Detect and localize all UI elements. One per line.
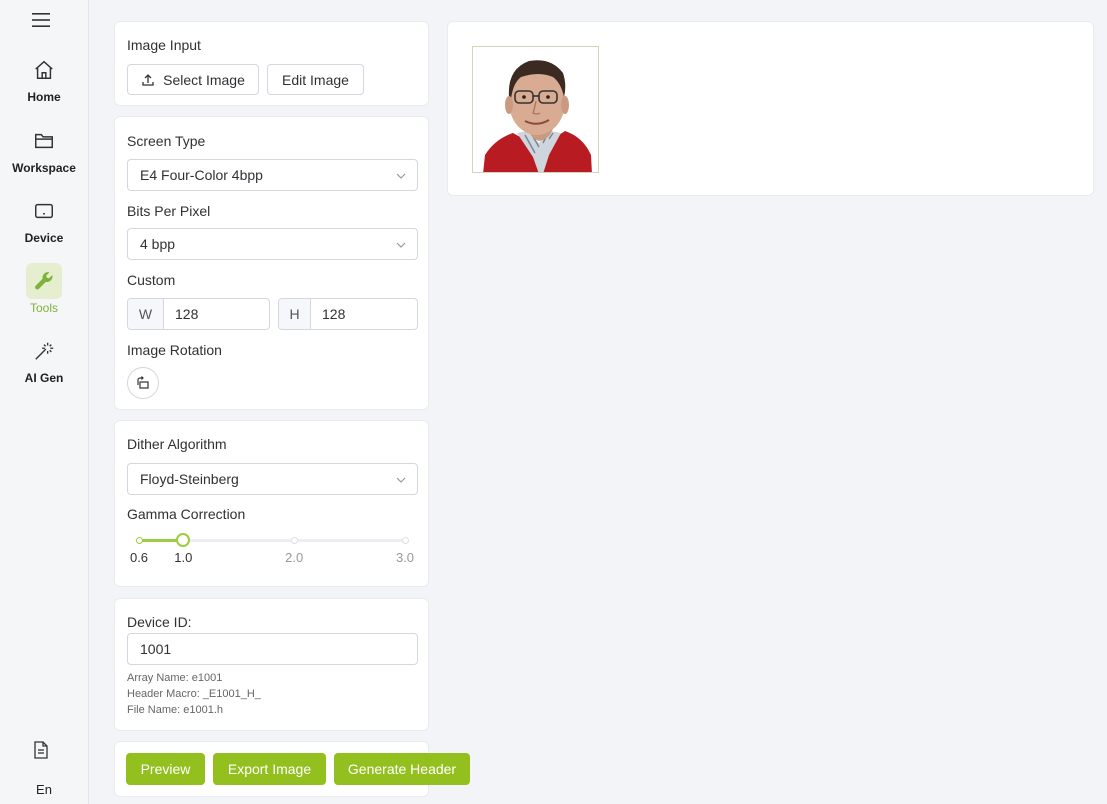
gamma-mark: 0.6 — [129, 550, 149, 565]
image-input-card: Image Input Select Image Edit Image — [114, 21, 429, 106]
rotate-button[interactable] — [127, 367, 159, 399]
width-field[interactable]: W 128 — [127, 298, 270, 330]
width-prefix: W — [128, 299, 164, 329]
menu-icon[interactable] — [31, 11, 51, 29]
wrench-icon — [26, 263, 62, 299]
screen-type-value: E4 Four-Color 4bpp — [140, 167, 263, 183]
gamma-mark: 3.0 — [395, 550, 415, 565]
dither-card: Dither Algorithm Floyd-Steinberg Gamma C… — [114, 420, 429, 587]
preview-button[interactable]: Preview — [126, 753, 205, 785]
custom-label: Custom — [127, 272, 176, 288]
array-name-info: Array Name: e1001 — [127, 672, 223, 684]
export-image-button[interactable]: Export Image — [213, 753, 326, 785]
file-name-info: File Name: e1001.h — [127, 704, 223, 716]
bpp-select[interactable]: 4 bpp — [127, 228, 418, 260]
header-macro-info: Header Macro: _E1001_H_ — [127, 688, 261, 700]
dither-value: Floyd-Steinberg — [140, 471, 239, 487]
preview-panel — [447, 21, 1094, 196]
edit-image-button[interactable]: Edit Image — [267, 64, 364, 95]
folder-icon — [26, 123, 62, 159]
gamma-stop-dot — [135, 537, 143, 544]
home-icon — [26, 52, 62, 88]
device-id-value: 1001 — [140, 641, 172, 657]
sidebar-item-label: Tools — [29, 301, 58, 315]
device-id-card: Device ID: 1001 Array Name: e1001 Header… — [114, 598, 429, 731]
sidebar-item-tools[interactable]: Tools — [0, 263, 88, 325]
bpp-value: 4 bpp — [140, 236, 176, 252]
screen-type-select[interactable]: E4 Four-Color 4bpp — [127, 159, 418, 191]
chevron-down-icon — [396, 173, 406, 179]
gamma-slider[interactable] — [135, 533, 409, 547]
bpp-label: Bits Per Pixel — [127, 203, 211, 219]
language-switch[interactable]: En — [0, 782, 88, 797]
device-id-label: Device ID: — [127, 614, 192, 630]
screen-settings-card: Screen Type E4 Four-Color 4bpp Bits Per … — [114, 116, 429, 410]
sidebar-item-ai-gen[interactable]: AI Gen — [0, 333, 88, 395]
sidebar-item-label: Workspace — [12, 161, 76, 175]
rotation-label: Image Rotation — [127, 342, 222, 358]
gamma-label: Gamma Correction — [127, 506, 246, 522]
gamma-stop-dot — [290, 537, 298, 544]
image-input-title: Image Input — [127, 37, 201, 53]
sidebar-item-label: AI Gen — [24, 371, 64, 385]
dither-label: Dither Algorithm — [127, 436, 227, 452]
gamma-mark: 2.0 — [285, 550, 304, 565]
screen-type-label: Screen Type — [127, 133, 206, 149]
edit-image-label: Edit Image — [282, 71, 349, 88]
upload-icon — [142, 73, 154, 86]
sidebar-item-workspace[interactable]: Workspace — [0, 123, 88, 185]
device-icon — [26, 193, 62, 229]
chevron-down-icon — [396, 242, 406, 248]
sidebar: Home Workspace Device Tools AI Gen En — [0, 0, 89, 804]
sidebar-item-label: Device — [24, 231, 64, 245]
select-image-button[interactable]: Select Image — [127, 64, 259, 95]
magic-wand-icon — [26, 333, 62, 369]
preview-image — [472, 46, 599, 173]
device-id-input[interactable]: 1001 — [127, 633, 418, 665]
sidebar-item-home[interactable]: Home — [0, 52, 88, 114]
rotate-icon — [137, 376, 149, 389]
sidebar-item-label: Home — [27, 90, 61, 104]
gamma-stop-dot — [401, 537, 409, 544]
gamma-slider-thumb[interactable] — [176, 533, 191, 547]
height-field[interactable]: H 128 — [278, 298, 418, 330]
height-value[interactable]: 128 — [311, 299, 417, 329]
document-icon[interactable] — [31, 740, 51, 760]
chevron-down-icon — [396, 477, 406, 483]
select-image-label: Select Image — [163, 71, 245, 88]
generate-header-button[interactable]: Generate Header — [334, 753, 470, 785]
dither-select[interactable]: Floyd-Steinberg — [127, 463, 418, 495]
sidebar-item-device[interactable]: Device — [0, 193, 88, 255]
height-prefix: H — [279, 299, 311, 329]
gamma-mark: 1.0 — [174, 550, 193, 565]
width-value[interactable]: 128 — [164, 299, 269, 329]
